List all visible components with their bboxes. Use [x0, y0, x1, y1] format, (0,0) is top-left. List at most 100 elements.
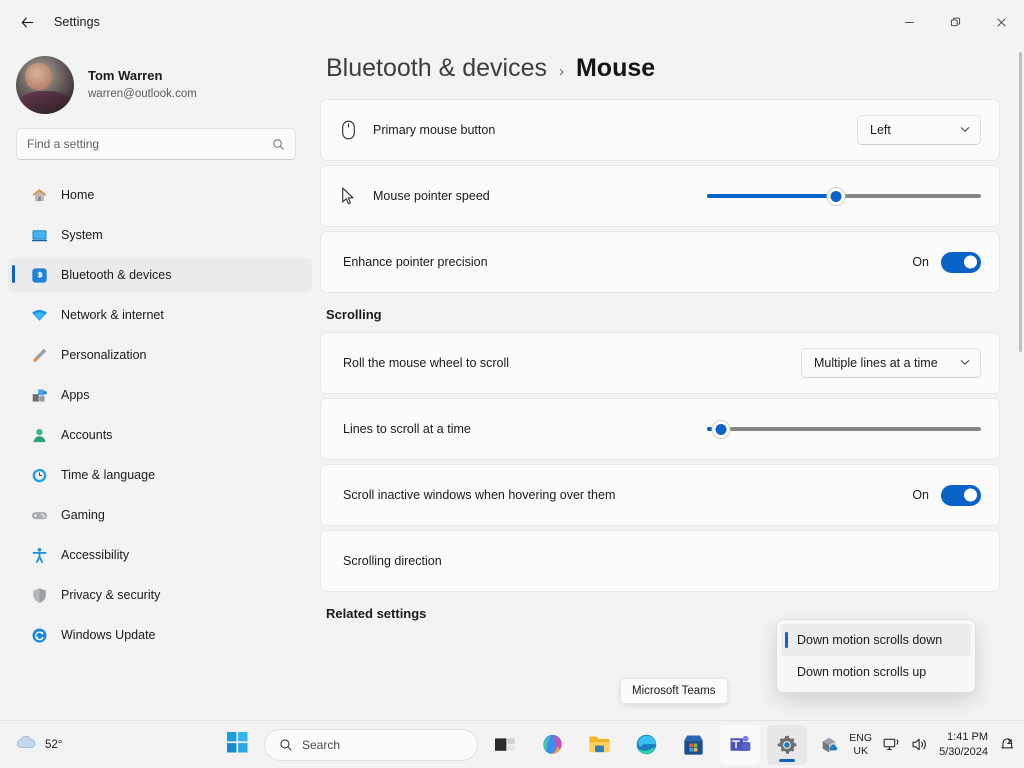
- system-tray: ENG UK 1:41 PM 5/30/2024: [820, 730, 1016, 759]
- slider-thumb[interactable]: [711, 419, 731, 439]
- toggle-knob: [964, 488, 977, 502]
- settings-window: Settings Tom Warren warren@outlook.com F…: [0, 0, 1024, 720]
- wifi-icon: [30, 306, 48, 324]
- cursor-icon: [337, 187, 359, 206]
- close-icon: [996, 17, 1006, 27]
- account-icon: [30, 426, 48, 444]
- maximize-button[interactable]: [932, 0, 978, 44]
- window-controls: [886, 0, 1024, 44]
- sidebar-item-windows-update[interactable]: Windows Update: [8, 618, 312, 652]
- notifications-button[interactable]: [999, 736, 1016, 753]
- restore-icon: [950, 17, 960, 26]
- sidebar-item-label: Apps: [61, 388, 90, 402]
- enhance-precision-toggle[interactable]: [941, 251, 981, 273]
- screen: Settings Tom Warren warren@outlook.com F…: [0, 0, 1024, 768]
- setting-label: Scrolling direction: [343, 554, 442, 568]
- primary-button-value: Left: [870, 123, 891, 137]
- sidebar-item-accounts[interactable]: Accounts: [8, 418, 312, 452]
- settings-button[interactable]: [767, 724, 807, 765]
- update-icon: [30, 626, 48, 644]
- setting-label: Scroll inactive windows when hovering ov…: [343, 488, 616, 502]
- microsoft-teams-button[interactable]: [720, 724, 760, 765]
- start-button[interactable]: [217, 725, 257, 765]
- taskbar-search[interactable]: Search: [264, 728, 478, 761]
- language-indicator[interactable]: ENG UK: [849, 732, 872, 756]
- setting-control: [707, 418, 981, 440]
- volume-button[interactable]: [911, 736, 928, 753]
- file-explorer-button[interactable]: [579, 725, 619, 765]
- breadcrumb-parent[interactable]: Bluetooth & devices: [326, 54, 547, 83]
- flyout-option-scrolls-up[interactable]: Down motion scrolls up: [781, 656, 971, 688]
- toggle-state-label: On: [912, 488, 929, 502]
- search-box[interactable]: [16, 128, 296, 160]
- chevron-down-icon: [960, 126, 970, 135]
- setting-control: [707, 185, 981, 207]
- task-view-icon: [495, 737, 515, 751]
- content-scrollbar[interactable]: [1019, 52, 1022, 352]
- copilot-button[interactable]: [532, 725, 572, 765]
- sidebar-item-label: Network & internet: [61, 308, 164, 322]
- lines-to-scroll-slider[interactable]: [707, 418, 981, 440]
- taskbar: 52° Search ENG UK 1:41 PM 5/30/2024: [0, 720, 1024, 768]
- sidebar-item-label: Time & language: [61, 468, 156, 482]
- sidebar-item-network-internet[interactable]: Network & internet: [8, 298, 312, 332]
- setting-control: On: [912, 251, 981, 273]
- sidebar-item-time-language[interactable]: Time & language: [8, 458, 312, 492]
- search-input[interactable]: [27, 137, 272, 151]
- network-button[interactable]: [883, 736, 900, 753]
- language-line-2: UK: [853, 744, 868, 757]
- weather-widget[interactable]: 52°: [14, 732, 62, 757]
- sidebar-item-label: Home: [61, 188, 95, 202]
- scroll-inactive-toggle[interactable]: [941, 484, 981, 506]
- apps-icon: [30, 386, 48, 404]
- edge-button[interactable]: [626, 725, 666, 765]
- setting-mouse-pointer-speed: Mouse pointer speed: [320, 165, 1000, 227]
- search-icon: [273, 138, 284, 150]
- sidebar-item-personalization[interactable]: Personalization: [8, 338, 312, 372]
- profile-name: Tom Warren: [88, 68, 163, 84]
- slider-fill: [707, 194, 836, 198]
- mouse-wheel-dropdown[interactable]: Multiple lines at a time: [801, 348, 981, 378]
- profile-text: Tom Warren warren@outlook.com: [88, 67, 197, 103]
- sidebar-item-gaming[interactable]: Gaming: [8, 498, 312, 532]
- sidebar-item-accessibility[interactable]: Accessibility: [8, 538, 312, 572]
- sidebar-item-apps[interactable]: Apps: [8, 378, 312, 412]
- sidebar-item-privacy-security[interactable]: Privacy & security: [8, 578, 312, 612]
- sidebar-item-system[interactable]: System: [8, 218, 312, 252]
- setting-label: Roll the mouse wheel to scroll: [343, 356, 510, 370]
- sidebar-item-label: Personalization: [61, 348, 147, 362]
- accessibility-icon: [30, 546, 48, 564]
- hidden-icons-button[interactable]: [820, 736, 838, 754]
- flyout-option-label: Down motion scrolls down: [797, 633, 943, 647]
- back-button[interactable]: [10, 5, 44, 39]
- profile-email: warren@outlook.com: [88, 88, 197, 101]
- flyout-option-scrolls-down[interactable]: Down motion scrolls down: [781, 624, 971, 656]
- profile[interactable]: Tom Warren warren@outlook.com: [0, 44, 320, 128]
- sidebar-item-label: Bluetooth & devices: [61, 268, 172, 282]
- window-title: Settings: [54, 15, 100, 29]
- sidebar-item-label: Gaming: [61, 508, 105, 522]
- close-button[interactable]: [978, 0, 1024, 44]
- sidebar-item-label: System: [61, 228, 103, 242]
- slider-thumb[interactable]: [826, 186, 846, 206]
- notification-bell-icon: [1001, 738, 1014, 749]
- microsoft-store-button[interactable]: [673, 725, 713, 765]
- setting-lines-to-scroll: Lines to scroll at a time: [320, 398, 1000, 460]
- title-bar: Settings: [0, 0, 1024, 44]
- slider-track: [707, 427, 981, 431]
- sidebar-item-home[interactable]: Home: [8, 178, 312, 212]
- minimize-button[interactable]: [886, 0, 932, 44]
- task-view-button[interactable]: [485, 725, 525, 765]
- clock[interactable]: 1:41 PM 5/30/2024: [939, 730, 988, 759]
- setting-roll-mouse-wheel: Roll the mouse wheel to scroll Multiple …: [320, 332, 1000, 394]
- chevron-down-icon: [960, 359, 970, 368]
- network-icon: [883, 738, 899, 750]
- pointer-speed-slider[interactable]: [707, 185, 981, 207]
- setting-label: Mouse pointer speed: [373, 189, 490, 203]
- sidebar-item-bluetooth-devices[interactable]: Bluetooth & devices: [8, 258, 312, 292]
- setting-control: Multiple lines at a time: [801, 348, 981, 378]
- primary-button-dropdown[interactable]: Left: [857, 115, 981, 145]
- setting-primary-mouse-button: Primary mouse button Left: [320, 99, 1000, 161]
- taskbar-search-placeholder: Search: [302, 737, 341, 752]
- back-arrow-icon: [20, 16, 33, 28]
